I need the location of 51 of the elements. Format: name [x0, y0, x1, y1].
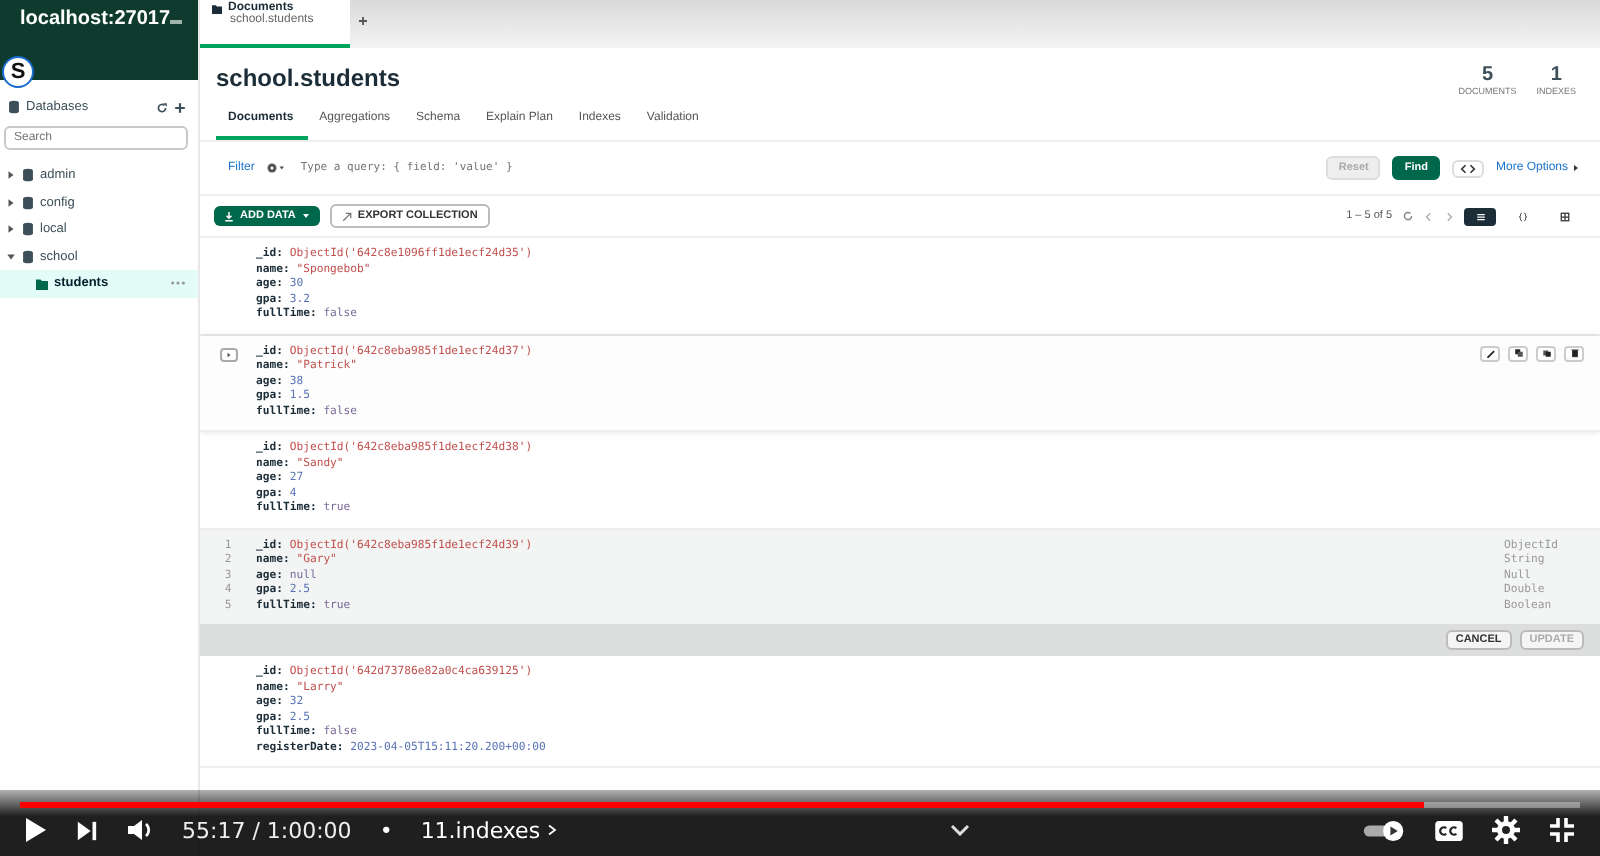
copy-button[interactable]: [1508, 345, 1528, 361]
folder-icon: [212, 3, 222, 13]
gear-icon[interactable]: [266, 162, 285, 174]
separator-dot: •: [379, 817, 393, 843]
export-icon: [341, 211, 352, 221]
exit-fullscreen-icon[interactable]: [1548, 816, 1576, 844]
caret-icon: [301, 212, 310, 220]
autoplay-toggle-icon[interactable]: [1362, 819, 1406, 841]
collection-title: school.students: [216, 64, 401, 92]
video-time: 55:17 / 1:00:00: [182, 817, 352, 843]
caret-icon[interactable]: [6, 224, 16, 235]
caret-icon[interactable]: [6, 197, 16, 208]
delete-button[interactable]: [1564, 345, 1584, 361]
plus-icon[interactable]: [174, 101, 186, 113]
braces-icon: [1517, 211, 1527, 221]
database-icon: [22, 195, 34, 210]
code-icon: [1459, 163, 1476, 173]
play-icon[interactable]: [24, 816, 48, 844]
caret-icon[interactable]: [6, 170, 16, 181]
delete-icon: [1569, 348, 1579, 358]
plus-icon[interactable]: [358, 16, 368, 26]
refresh-icon[interactable]: [156, 101, 168, 113]
edit-button[interactable]: [1480, 345, 1500, 361]
chapter-link[interactable]: 11.indexes: [420, 817, 559, 843]
clone-icon: [1541, 348, 1551, 358]
volume-icon[interactable]: [126, 818, 154, 842]
clone-button[interactable]: [1536, 345, 1556, 361]
next-icon[interactable]: [76, 819, 98, 841]
edit-icon: [1485, 348, 1495, 358]
refresh-icon[interactable]: [1402, 210, 1414, 222]
database-icon: [22, 249, 34, 264]
database-icon: [8, 100, 20, 114]
download-icon: [224, 211, 234, 221]
caret-icon[interactable]: [6, 251, 16, 262]
settings-icon[interactable]: [1492, 816, 1520, 844]
database-icon: [22, 222, 34, 237]
chevron-right-icon: [546, 822, 559, 838]
folder-icon: [36, 277, 48, 290]
code-view-button[interactable]: [1451, 159, 1484, 177]
chevron-down-icon[interactable]: [950, 824, 971, 836]
copy-icon: [1513, 348, 1523, 358]
list-view-button[interactable]: [1464, 207, 1496, 225]
caret-icon: [225, 351, 231, 357]
stat-value: 1: [1550, 64, 1562, 86]
list-icon: [1475, 211, 1485, 221]
table-icon: [1559, 211, 1569, 221]
connection-name[interactable]: localhost:27017: [20, 8, 171, 30]
more-icon[interactable]: [170, 280, 186, 287]
stat-value: 5: [1481, 64, 1494, 86]
database-icon: [22, 168, 34, 183]
caret-icon: [1572, 164, 1580, 172]
